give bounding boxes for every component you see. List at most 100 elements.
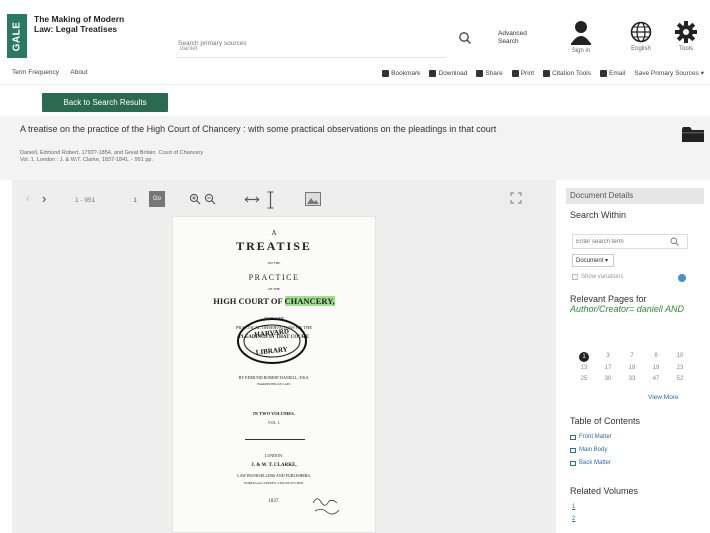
share-icon bbox=[476, 69, 484, 77]
relevant-pages-grid: 1 3 7 8 10 13 17 18 19 23 25 30 33 47 52 bbox=[572, 352, 692, 384]
document-publication: Vol. 1. London : J. & W.T. Clarke, 1837-… bbox=[20, 157, 153, 163]
page-line-court-prefix: HIGH COURT OF bbox=[213, 296, 285, 306]
page-line-court: HIGH COURT OF CHANCERY, bbox=[173, 296, 375, 306]
toolbar-left: Term Frequency About bbox=[12, 69, 97, 76]
download-icon bbox=[429, 69, 437, 77]
back-to-results-button[interactable]: Back to Search Results bbox=[42, 93, 168, 112]
relevant-page-link[interactable]: 30 bbox=[596, 375, 620, 384]
toc-label: Back Matter bbox=[579, 460, 612, 466]
page-line-publisher: J. & W. T. CLARKE, bbox=[251, 463, 297, 468]
relevant-page-link[interactable]: 19 bbox=[644, 364, 668, 373]
page-line-barrister: BARRISTER AT LAW. bbox=[257, 382, 291, 386]
relevant-page-link[interactable]: 52 bbox=[668, 375, 692, 384]
about-link[interactable]: About bbox=[70, 69, 87, 76]
document-details-panel: Document Details Search Within Document … bbox=[566, 180, 704, 533]
product-title[interactable]: The Making of Modern Law: Legal Treatise… bbox=[34, 14, 134, 34]
zoom-in-icon[interactable] bbox=[189, 193, 201, 205]
download-button[interactable]: Download bbox=[429, 69, 468, 77]
show-variations-checkbox[interactable]: Show variations bbox=[572, 274, 623, 280]
citation-tools-button[interactable]: Citation Tools bbox=[543, 69, 591, 77]
stamp-line-2: LIBRARY bbox=[255, 345, 288, 356]
relevant-page-link[interactable]: 33 bbox=[620, 375, 644, 384]
go-button[interactable]: Go bbox=[149, 191, 165, 207]
term-frequency-link[interactable]: Term Frequency bbox=[12, 69, 59, 76]
relevant-page-link[interactable]: 18 bbox=[620, 364, 644, 373]
save-primary-sources-button[interactable]: Save Primary Sources ▾ bbox=[634, 69, 704, 77]
page-range-field[interactable] bbox=[75, 193, 121, 207]
relevant-page-link[interactable]: 13 bbox=[572, 364, 596, 373]
prev-page-icon[interactable]: ‹ bbox=[26, 193, 30, 205]
search-underline bbox=[176, 57, 446, 58]
fit-width-icon[interactable] bbox=[244, 196, 260, 203]
info-icon[interactable] bbox=[678, 274, 686, 282]
search-term-highlight: CHANCERY, bbox=[284, 296, 335, 306]
search-input[interactable] bbox=[176, 30, 446, 56]
document-title: A treatise on the practice of the High C… bbox=[20, 124, 497, 134]
share-label: Share bbox=[485, 69, 503, 77]
search-within-title: Search Within bbox=[570, 210, 627, 220]
toolbar-right: Bookmark Download Share Print Citation T… bbox=[382, 69, 704, 77]
sign-in-button[interactable]: Sign in bbox=[565, 20, 597, 54]
search-hint: daniel bbox=[180, 45, 198, 52]
bookmark-button[interactable]: Bookmark bbox=[382, 69, 420, 77]
current-page-input[interactable] bbox=[124, 193, 146, 207]
document-details-header[interactable]: Document Details bbox=[566, 188, 704, 204]
citation-label: Citation Tools bbox=[552, 69, 591, 77]
page-line-vol: VOL. I. bbox=[267, 420, 281, 425]
relevant-page-link[interactable]: 8 bbox=[644, 352, 668, 361]
toc-item-front-matter[interactable]: Front Matter bbox=[570, 434, 612, 440]
print-icon bbox=[511, 69, 519, 77]
library-stamp: HARVARD LIBRARY bbox=[237, 318, 307, 364]
related-volume-link[interactable]: 2 bbox=[572, 516, 575, 522]
relevant-page-link[interactable]: 1 bbox=[579, 352, 589, 362]
language-button[interactable]: English bbox=[625, 20, 657, 52]
email-icon bbox=[600, 69, 607, 77]
email-button[interactable]: Email bbox=[600, 69, 625, 77]
relevant-page-link[interactable]: 17 bbox=[596, 364, 620, 373]
handwritten-annotation bbox=[312, 498, 340, 515]
relevant-page-link[interactable]: 10 bbox=[668, 352, 692, 361]
print-label: Print bbox=[520, 69, 535, 77]
relevant-page-link[interactable]: 23 bbox=[668, 364, 692, 373]
header: GALE The Making of Modern Law: Legal Tre… bbox=[0, 0, 710, 62]
relevant-page-link[interactable]: 3 bbox=[596, 352, 620, 361]
zoom-out-icon[interactable] bbox=[204, 193, 216, 205]
download-label: Download bbox=[438, 69, 468, 77]
language-label: English bbox=[631, 46, 651, 52]
search-within-icon[interactable] bbox=[670, 237, 679, 246]
relevant-page-link[interactable]: 25 bbox=[572, 375, 596, 384]
image-icon[interactable] bbox=[305, 192, 321, 206]
page-line-year: 1837. bbox=[268, 499, 280, 504]
toc-item-back-matter[interactable]: Back Matter bbox=[570, 460, 611, 466]
page-line-volumes: IN TWO VOLUMES. bbox=[253, 411, 295, 416]
related-volumes-title: Related Volumes bbox=[570, 486, 639, 496]
view-more-link[interactable]: View More bbox=[648, 394, 679, 401]
relevant-pages-prefix: Relevant Pages for bbox=[570, 294, 647, 304]
gale-logo[interactable]: GALE bbox=[7, 14, 27, 58]
toc-item-main-body[interactable]: Main Body bbox=[570, 447, 607, 453]
print-button[interactable]: Print bbox=[511, 69, 535, 77]
share-button[interactable]: Share bbox=[476, 69, 503, 77]
document-viewer: ‹ › Go A TREATISE ON THE PRACTICE OF THE… bbox=[12, 180, 556, 533]
related-volume-link[interactable]: 1 bbox=[572, 504, 575, 510]
tools-button[interactable]: Tools bbox=[670, 20, 702, 52]
relevant-page-link[interactable]: 47 bbox=[644, 375, 668, 384]
bookmark-icon bbox=[382, 69, 390, 77]
document-toolbar: Term Frequency About Bookmark Download S… bbox=[0, 66, 710, 82]
toc-icon bbox=[570, 460, 576, 466]
search-icon[interactable] bbox=[458, 31, 472, 45]
folder-icon[interactable] bbox=[682, 126, 704, 142]
search-scope-select[interactable]: Document ▾ bbox=[572, 254, 614, 267]
relevant-page-link[interactable]: 7 bbox=[620, 352, 644, 361]
fit-height-icon[interactable] bbox=[267, 191, 274, 209]
next-page-icon[interactable]: › bbox=[42, 191, 46, 206]
page-line-on-the: ON THE bbox=[267, 261, 281, 265]
page-line-of-the: OF THE bbox=[267, 287, 281, 291]
advanced-search-link[interactable]: Advanced Search bbox=[498, 30, 538, 46]
user-icon bbox=[571, 21, 591, 45]
page-line-a: A bbox=[271, 229, 277, 237]
page-line-booksellers: LAW BOOKSELLERS AND PUBLISHERS, bbox=[237, 473, 311, 478]
relevant-pages-title: Relevant Pages for Author/Creator= danie… bbox=[570, 294, 700, 314]
fullscreen-icon[interactable] bbox=[510, 192, 522, 204]
toc-title: Table of Contents bbox=[570, 416, 641, 426]
